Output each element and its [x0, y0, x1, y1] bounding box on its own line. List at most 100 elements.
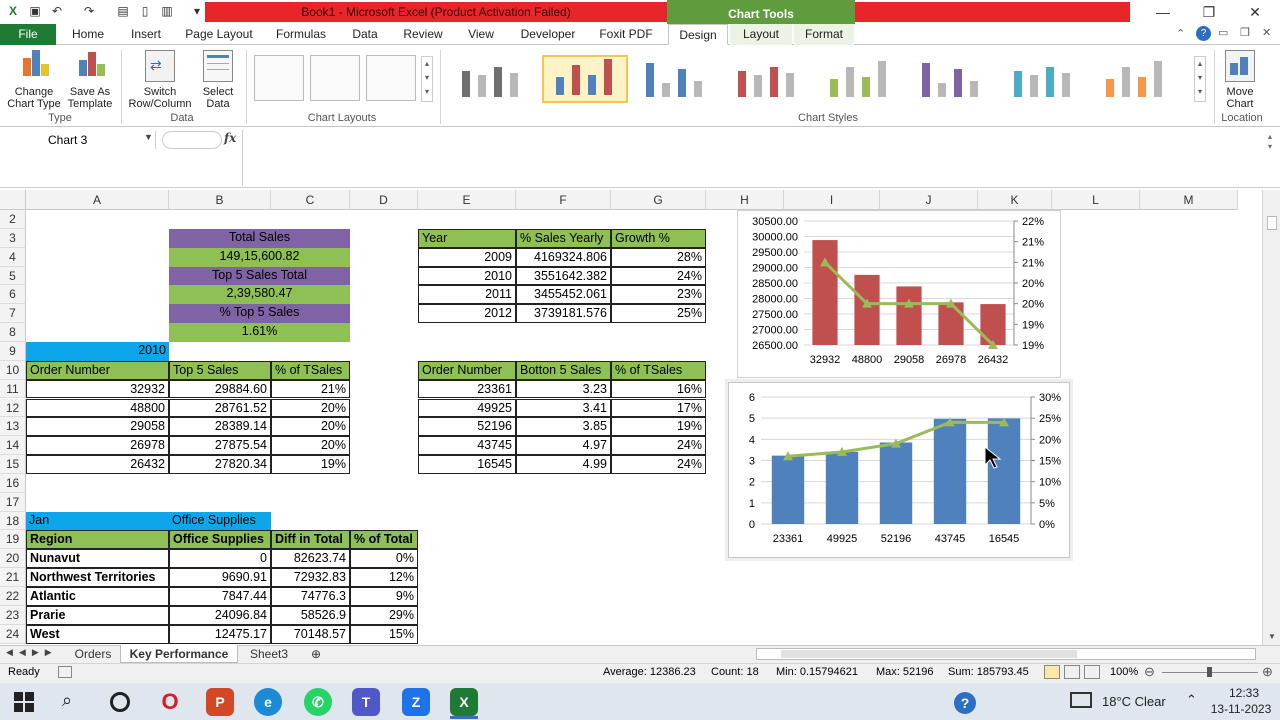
zoom-level[interactable]: 100% [1110, 666, 1138, 678]
tab-home[interactable]: Home [62, 24, 114, 45]
cell-bottom5[interactable]: 3.85 [516, 417, 611, 437]
opera-icon[interactable]: O [156, 688, 184, 716]
redo-icon[interactable]: ↷ [82, 4, 96, 18]
column-header-l[interactable]: L [1052, 190, 1140, 210]
page-break-view-icon[interactable] [1084, 665, 1100, 679]
chart-style-6[interactable] [910, 55, 996, 103]
cell-region[interactable]: 7847.44 [169, 587, 271, 606]
cell-top5[interactable]: 20% [271, 398, 350, 418]
cell-top5[interactable]: 20% [271, 417, 350, 437]
cell-yearly[interactable]: 28% [611, 247, 706, 267]
column-header-i[interactable]: I [784, 190, 880, 210]
weather-text[interactable]: 18°C Clear [1102, 694, 1166, 709]
chart-style-5[interactable] [818, 55, 904, 103]
cell-region[interactable]: Nunavut [26, 549, 169, 569]
row-header-4[interactable]: 4 [0, 247, 26, 267]
cell-bottom5[interactable]: 3.41 [516, 398, 611, 418]
formula-bar-scroll[interactable]: ▴ ▾ [1268, 132, 1272, 152]
cell-bottom5[interactable]: 16545 [418, 455, 516, 474]
column-header-c[interactable]: C [271, 190, 350, 210]
cell-yearly[interactable]: 2012 [418, 304, 516, 324]
vertical-scrollbar[interactable]: ▼ [1262, 190, 1280, 645]
chart-layout-2[interactable] [310, 55, 360, 101]
cell-top5[interactable]: 27875.54 [169, 436, 271, 456]
cell-bottom5-header[interactable]: Order Number [418, 360, 516, 380]
windows-start-icon[interactable] [14, 692, 34, 712]
restore-icon[interactable]: ❐ [1194, 2, 1224, 22]
row-header-2[interactable]: 2 [0, 210, 26, 229]
cell-region[interactable]: 12% [350, 568, 418, 587]
switch-row-column-button[interactable]: ⇄ Switch Row/Column [124, 50, 196, 110]
row-header-23[interactable]: 23 [0, 605, 26, 625]
chart-style-7[interactable] [1002, 55, 1088, 103]
scroll-down-icon[interactable]: ▼ [1268, 632, 1276, 641]
row-header-21[interactable]: 21 [0, 568, 26, 587]
cell-region-header[interactable]: Region [26, 530, 169, 550]
save-icon[interactable]: ▣ [28, 4, 42, 18]
insert-function-button[interactable]: fx [224, 131, 236, 145]
sheet-tab-orders[interactable]: Orders [66, 645, 120, 663]
row-header-19[interactable]: 19 [0, 530, 26, 550]
tab-page-layout[interactable]: Page Layout [178, 24, 260, 45]
cell-region[interactable]: 0 [169, 549, 271, 569]
cell-bottom5[interactable]: 43745 [418, 436, 516, 456]
edge-icon[interactable]: e [254, 688, 282, 716]
cell-region-header[interactable]: Diff in Total [271, 530, 350, 550]
cell-yearly[interactable]: 3455452.061 [516, 285, 611, 305]
chart-icon[interactable]: ▥ [160, 4, 174, 18]
cell-top5[interactable]: 20% [271, 436, 350, 456]
cell-yearly-header[interactable]: Growth % [611, 228, 706, 248]
cell-bottom5[interactable]: 23361 [418, 379, 516, 399]
cell-yearly-header[interactable]: Year [418, 228, 516, 248]
column-header-m[interactable]: M [1140, 190, 1238, 210]
cell-top5[interactable]: 26978 [26, 436, 169, 456]
cell-top5-total-label[interactable]: Top 5 Sales Total [169, 266, 350, 286]
cell-region[interactable]: 12475.17 [169, 624, 271, 644]
column-header-h[interactable]: H [706, 190, 784, 210]
new-document-icon[interactable]: ▯ [138, 4, 152, 18]
cell-region[interactable]: 58526.9 [271, 605, 350, 625]
tab-review[interactable]: Review [396, 24, 450, 45]
sheet-tab-key-performance[interactable]: Key Performance [120, 645, 238, 663]
chart-style-4[interactable] [726, 55, 812, 103]
cell-region[interactable]: 29% [350, 605, 418, 625]
formula-bar-handle[interactable] [162, 131, 222, 149]
cell-total-sales[interactable]: 149,15,600.82 [169, 247, 350, 267]
tab-design[interactable]: Design [668, 24, 728, 45]
cell-region[interactable]: 15% [350, 624, 418, 644]
column-header-d[interactable]: D [350, 190, 418, 210]
row-header-22[interactable]: 22 [0, 587, 26, 606]
whatsapp-icon[interactable]: ✆ [304, 688, 332, 716]
workbook-minimize-icon[interactable]: ▭ [1218, 26, 1228, 39]
cell-bottom5-header[interactable]: Botton 5 Sales [516, 360, 611, 380]
cell-top5-header[interactable]: Top 5 Sales [169, 360, 271, 380]
row-header-16[interactable]: 16 [0, 473, 26, 493]
chart-top-sales[interactable]: 30500.00 30000.00 29500.00 29000.00 28500.00… [737, 210, 1061, 378]
worksheet-grid[interactable]: ABCDEFGHIJKLM 2 3 4 5 6 7 8 9 10 11 12 13 14 15 16 17 18… [0, 190, 1262, 645]
row-header-11[interactable]: 11 [0, 379, 26, 399]
row-header-6[interactable]: 6 [0, 285, 26, 305]
chart-style-1[interactable] [450, 55, 536, 103]
cell-top5-header[interactable]: Order Number [26, 360, 169, 380]
row-header-3[interactable]: 3 [0, 228, 26, 248]
cell-bottom5[interactable]: 24% [611, 436, 706, 456]
column-header-b[interactable]: B [169, 190, 271, 210]
column-header-g[interactable]: G [611, 190, 706, 210]
row-header-7[interactable]: 7 [0, 304, 26, 324]
cell-pct-top5[interactable]: 1.61% [169, 323, 350, 342]
powerpoint-icon[interactable]: P [206, 688, 234, 716]
cell-region[interactable]: 0% [350, 549, 418, 569]
tray-chevron-icon[interactable]: ⌃ [1186, 692, 1197, 708]
column-header-f[interactable]: F [516, 190, 611, 210]
row-header-15[interactable]: 15 [0, 455, 26, 474]
help-icon[interactable]: ? [1196, 26, 1211, 41]
clock-time[interactable]: 12:33 [1224, 686, 1264, 700]
chart-style-8[interactable] [1094, 55, 1180, 103]
row-header-18[interactable]: 18 [0, 511, 26, 531]
cell-yearly[interactable]: 24% [611, 266, 706, 286]
cell-region-header[interactable]: Office Supplies [169, 530, 271, 550]
cell-top5[interactable]: 28389.14 [169, 417, 271, 437]
customize-toolbar-icon[interactable]: ▾ [190, 4, 204, 18]
page-layout-view-icon[interactable] [1064, 665, 1080, 679]
vertical-scroll-thumb[interactable] [1267, 216, 1277, 230]
